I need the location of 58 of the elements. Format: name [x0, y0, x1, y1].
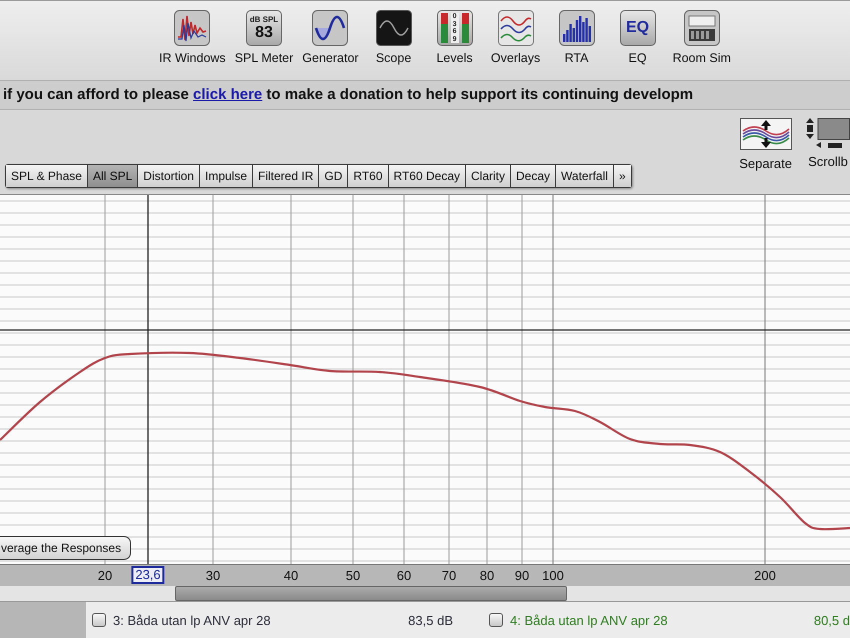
room-layout-icon: [684, 10, 720, 46]
toolbar-button[interactable]: dB SPL 83 SPL Meter: [232, 10, 296, 65]
scrollbar-track[interactable]: [0, 586, 850, 602]
axis-label: 200: [754, 568, 776, 583]
scrollbars-icon: [806, 118, 850, 148]
tab[interactable]: Impulse: [200, 165, 252, 187]
tab[interactable]: Distortion: [138, 165, 199, 187]
measurement-name: 4: Båda utan lp ANV apr 28: [510, 612, 669, 628]
donation-message: if you can afford to please click here to make a donation to help support its continuing developm: [2, 85, 694, 103]
eq-tile: EQ: [620, 10, 656, 46]
oscilloscope-icon: [376, 10, 412, 46]
average-button[interactable]: verage the Responses: [0, 536, 132, 560]
view-button[interactable]: Scrollb: [806, 118, 850, 169]
tab[interactable]: Decay: [511, 165, 556, 187]
axis-label: 30: [206, 568, 220, 583]
tab[interactable]: SPL & Phase: [6, 165, 87, 187]
overlaid-waves-icon: [498, 10, 534, 46]
tab[interactable]: RT60: [348, 165, 388, 187]
tab[interactable]: RT60 Decay: [388, 165, 465, 187]
axis-label: 60: [396, 568, 412, 583]
toolbar-button[interactable]: Overlays: [486, 10, 545, 65]
meter-bar-icon: [462, 13, 469, 43]
toolbar-button[interactable]: EQ EQ: [608, 10, 667, 65]
meter-bar-icon: [440, 13, 448, 43]
toolbar-button[interactable]: Scope: [364, 10, 423, 65]
tab[interactable]: Waterfall: [556, 165, 613, 187]
axis-label: 50: [346, 568, 360, 583]
axis-label: 90: [514, 568, 530, 583]
separated-curves-icon: [740, 118, 792, 150]
tab[interactable]: All SPL: [88, 165, 138, 187]
axis-label: 20: [98, 568, 112, 583]
unit-label: dB SPL: [250, 14, 278, 24]
tab[interactable]: Clarity: [466, 165, 510, 187]
impulse-waveform-icon: [174, 10, 210, 46]
cursor-readout: 23,6: [131, 566, 165, 584]
axis-label: 40: [284, 568, 298, 583]
tab[interactable]: GD: [319, 165, 348, 187]
toolbar-button[interactable]: IR Windows: [156, 10, 229, 65]
measurement-level: 83,5 dB: [408, 612, 453, 628]
scrollbar-thumb[interactable]: [175, 586, 567, 601]
measurement-level: 80,5 d: [814, 612, 850, 628]
tab[interactable]: Filtered IR: [253, 165, 318, 187]
cursor-crosshair[interactable]: [0, 195, 850, 564]
meter-reading: 83: [255, 24, 273, 42]
axis-label: 70: [442, 568, 456, 583]
toolbar-button[interactable]: Room Sim: [670, 10, 734, 65]
tab[interactable]: »: [614, 165, 631, 187]
axis-label: 80: [480, 568, 494, 583]
measurement-name: 3: Båda utan lp ANV apr 28: [113, 612, 272, 628]
view-button[interactable]: Separate: [739, 118, 792, 171]
axis-label: 100: [542, 568, 564, 583]
sine-wave-icon: [312, 10, 348, 46]
bar-graph-icon: [558, 10, 595, 46]
toolbar-button[interactable]: Generator: [299, 10, 362, 65]
donation-link[interactable]: click here: [193, 86, 262, 103]
checkbox[interactable]: [92, 613, 106, 627]
checkbox[interactable]: [489, 613, 503, 627]
toolbar-button[interactable]: RTA: [548, 10, 606, 65]
